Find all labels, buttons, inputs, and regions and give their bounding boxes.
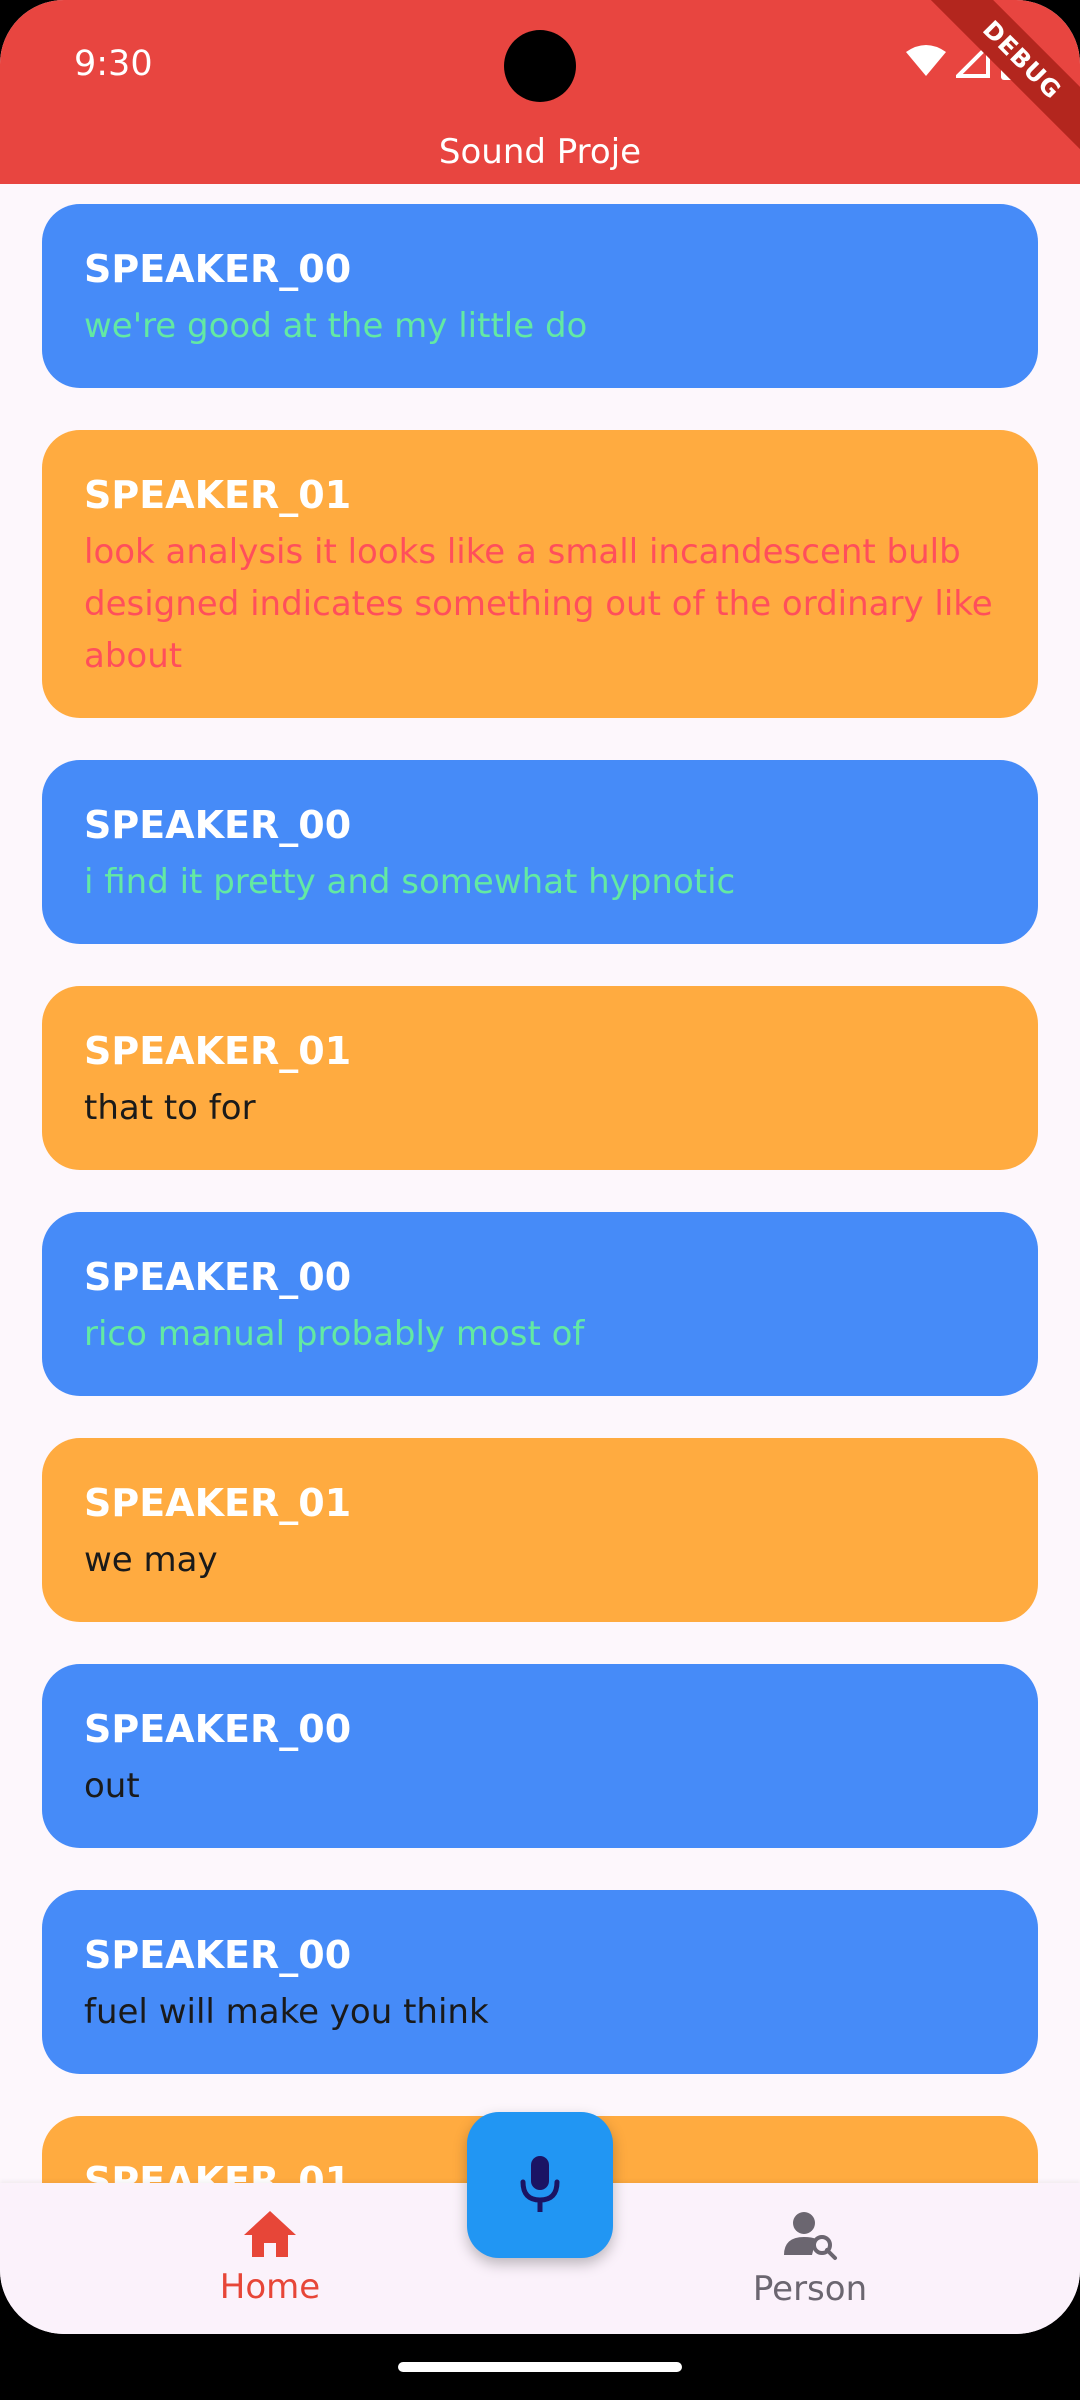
speaker-name: SPEAKER_01 <box>84 1481 352 1525</box>
debug-label: DEBUG <box>928 0 1080 154</box>
message-list[interactable]: SPEAKER_00 we're good at the my little do… <box>42 204 1038 2290</box>
speaker-name: SPEAKER_00 <box>84 1933 352 1977</box>
message-text: fuel will make you think <box>84 1992 489 2032</box>
speaker-name: SPEAKER_00 <box>84 1707 352 1751</box>
gesture-home-bar[interactable] <box>398 2362 682 2372</box>
message-text: i find it pretty and somewhat hypnotic <box>84 862 736 902</box>
nav-home[interactable]: Home <box>200 2209 340 2307</box>
message-text: that to for <box>84 1088 256 1128</box>
message-text: we may <box>84 1540 218 1580</box>
message-text: rico manual probably most of <box>84 1314 585 1354</box>
nav-person-label: Person <box>752 2269 868 2309</box>
message-card[interactable]: SPEAKER_00 we're good at the my little do <box>42 204 1038 388</box>
message-text: look analysis it looks like a small inca… <box>84 532 993 676</box>
speaker-name: SPEAKER_01 <box>84 473 352 517</box>
message-card[interactable]: SPEAKER_01we may <box>42 1438 1038 1622</box>
message-card[interactable]: SPEAKER_00i find it pretty and somewhat … <box>42 760 1038 944</box>
speaker-name: SPEAKER_00 <box>84 803 352 847</box>
record-button[interactable] <box>467 2112 613 2258</box>
app-screen: 9:30 DEBUG Sound Proje SPEAKER_00 we're g… <box>0 0 1080 2334</box>
page-title: Sound Proje <box>438 132 642 172</box>
message-text: out <box>84 1766 140 1806</box>
speaker-name: SPEAKER_00 <box>84 247 352 291</box>
status-time: 9:30 <box>74 44 153 84</box>
speaker-name: SPEAKER_01 <box>84 1029 352 1073</box>
message-card[interactable]: SPEAKER_01look analysis it looks like a … <box>42 430 1038 718</box>
message-card[interactable]: SPEAKER_01that to for <box>42 986 1038 1170</box>
home-icon <box>244 2211 296 2257</box>
microphone-icon <box>520 2156 560 2212</box>
message-card[interactable]: SPEAKER_00fuel will make you think <box>42 1890 1038 2074</box>
nav-home-label: Home <box>219 2267 321 2307</box>
speaker-name: SPEAKER_00 <box>84 1255 352 1299</box>
app-bar: 9:30 DEBUG Sound Proje <box>0 0 1080 184</box>
person-search-icon <box>784 2212 837 2260</box>
message-card[interactable]: SPEAKER_00out <box>42 1664 1038 1848</box>
message-text: we're good at the my little do <box>84 306 588 346</box>
message-card[interactable]: SPEAKER_00rico manual probably most of <box>42 1212 1038 1396</box>
nav-person[interactable]: Person <box>740 2209 880 2309</box>
camera-cutout <box>504 30 576 102</box>
